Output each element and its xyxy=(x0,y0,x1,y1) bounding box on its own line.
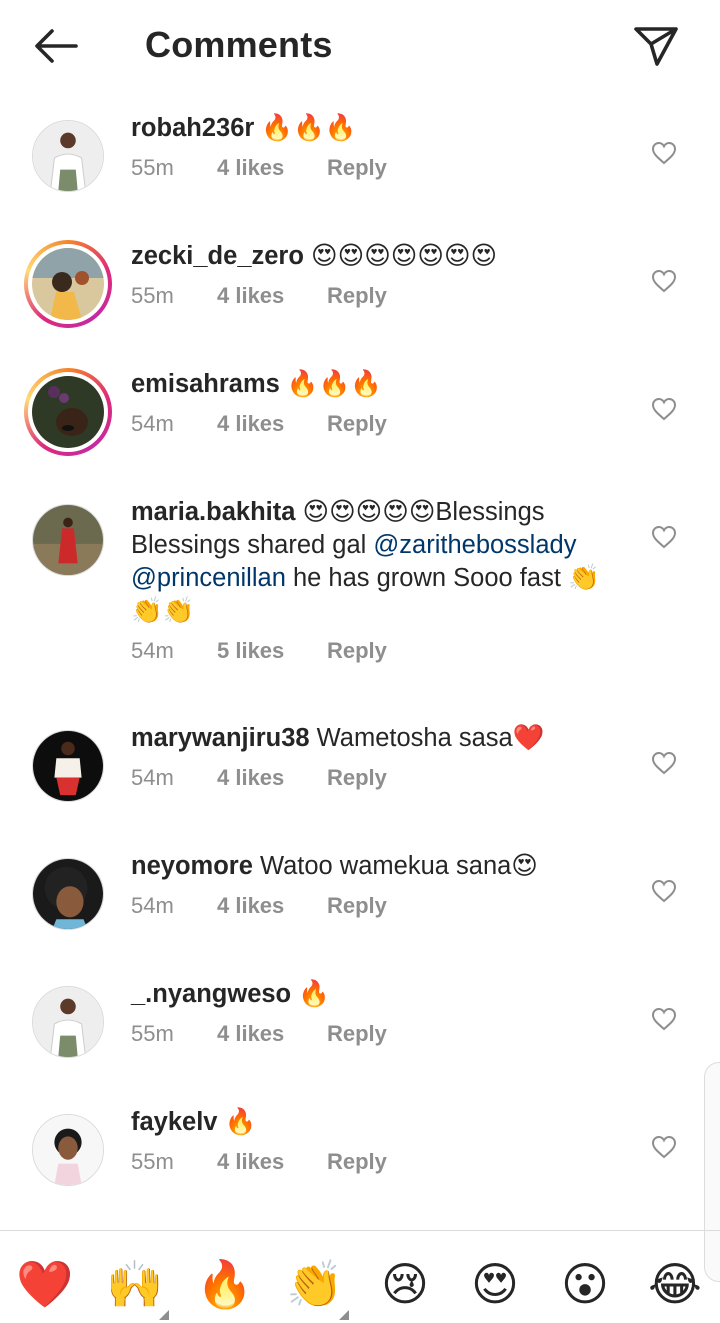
comment-text: Watoo wamekua sana😍 xyxy=(252,852,538,880)
avatar-photo xyxy=(33,987,103,1057)
avatar[interactable] xyxy=(32,858,104,930)
avatar-photo xyxy=(32,376,104,448)
comment-time: 55m xyxy=(131,1021,174,1046)
heart-outline-icon xyxy=(651,141,677,165)
emoji-reaction-bar: ❤️ 🙌 🔥 👏 😢 😍 😮 😂 xyxy=(0,1250,720,1320)
comment-time: 55m xyxy=(131,155,174,180)
avatar-photo xyxy=(33,121,103,191)
avatar[interactable] xyxy=(32,504,104,576)
heart-outline-icon xyxy=(651,879,677,903)
avatar[interactable] xyxy=(32,120,104,192)
avatar[interactable] xyxy=(32,1114,104,1186)
arrow-left-icon xyxy=(35,29,78,63)
reaction-raising-hands-emoji[interactable]: 🙌 xyxy=(105,1254,169,1320)
reply-button[interactable]: Reply xyxy=(327,893,387,919)
heart-outline-icon xyxy=(651,525,677,549)
avatar-photo xyxy=(33,505,103,575)
avatar-story-ring[interactable] xyxy=(24,368,112,456)
comment-likes[interactable]: 4 likes xyxy=(217,155,327,181)
reaction-heart-emoji[interactable]: ❤️ xyxy=(15,1254,75,1314)
comment-time: 54m xyxy=(131,765,174,790)
comment-username[interactable]: neyomore xyxy=(131,852,253,880)
comment-time: 55m xyxy=(131,1149,174,1174)
comment-text: 🔥 xyxy=(217,1108,257,1136)
comment-time: 54m xyxy=(131,638,174,663)
paper-plane-icon xyxy=(634,27,678,66)
avatar-photo xyxy=(33,731,103,801)
comment-likes[interactable]: 4 likes xyxy=(217,765,327,791)
like-button[interactable] xyxy=(648,522,680,552)
like-button[interactable] xyxy=(648,138,680,168)
avatar-story-ring[interactable] xyxy=(24,240,112,328)
divider xyxy=(0,1230,720,1231)
reply-button[interactable]: Reply xyxy=(327,155,387,181)
reaction-clapping-emoji[interactable]: 👏 xyxy=(285,1254,349,1320)
comment-time: 55m xyxy=(131,283,174,308)
reaction-heart-eyes-emoji[interactable]: 😍 xyxy=(465,1254,525,1314)
comment-likes[interactable]: 4 likes xyxy=(217,1021,327,1047)
reply-button[interactable]: Reply xyxy=(327,1021,387,1047)
comment-username[interactable]: faykelv xyxy=(131,1108,218,1136)
page-title: Comments xyxy=(145,24,333,65)
comment-text: 🔥🔥🔥 xyxy=(279,370,383,398)
comment-likes[interactable]: 4 likes xyxy=(217,283,327,309)
reply-button[interactable]: Reply xyxy=(327,1149,387,1175)
comment-username[interactable]: maria.bakhita xyxy=(131,498,295,526)
comment-likes[interactable]: 4 likes xyxy=(217,1149,327,1175)
comment-likes[interactable]: 5 likes xyxy=(217,638,327,664)
comment-username[interactable]: _.nyangweso xyxy=(131,980,291,1008)
comment-username[interactable]: marywanjiru38 xyxy=(131,724,310,752)
mention-link[interactable]: @princenillan xyxy=(131,564,286,592)
comment-likes[interactable]: 4 likes xyxy=(217,893,327,919)
like-button[interactable] xyxy=(648,1132,680,1162)
comment-time: 54m xyxy=(131,411,174,436)
heart-outline-icon xyxy=(651,751,677,775)
skin-tone-indicator xyxy=(159,1310,169,1320)
comment-text: 🔥 xyxy=(291,980,330,1008)
comment-likes[interactable]: 4 likes xyxy=(217,411,327,437)
reply-button[interactable]: Reply xyxy=(327,283,387,309)
comment-username[interactable]: robah236r xyxy=(131,114,254,142)
heart-outline-icon xyxy=(651,1135,677,1159)
comment-text: Wametosha sasa❤️ xyxy=(309,724,545,752)
avatar[interactable] xyxy=(32,986,104,1058)
mention-link[interactable]: @zarithebosslady xyxy=(373,531,576,559)
avatar-photo xyxy=(33,1115,103,1185)
reply-button[interactable]: Reply xyxy=(327,765,387,791)
reaction-laughing-emoji[interactable]: 😂 xyxy=(645,1254,705,1314)
like-button[interactable] xyxy=(648,394,680,424)
comment-time: 54m xyxy=(131,893,174,918)
share-button[interactable] xyxy=(628,20,684,72)
avatar[interactable] xyxy=(32,730,104,802)
comment-username[interactable]: zecki_de_zero xyxy=(131,242,304,270)
like-button[interactable] xyxy=(648,266,680,296)
reply-button[interactable]: Reply xyxy=(327,411,387,437)
skin-tone-indicator xyxy=(339,1310,349,1320)
reply-button[interactable]: Reply xyxy=(327,638,387,664)
back-button[interactable] xyxy=(28,22,84,70)
comment-username[interactable]: emisahrams xyxy=(131,370,280,398)
comment-text: 😍😍😍😍😍😍😍 xyxy=(303,242,498,270)
heart-outline-icon xyxy=(651,269,677,293)
avatar-photo xyxy=(33,859,103,929)
header-bar: Comments xyxy=(0,0,720,92)
like-button[interactable] xyxy=(648,748,680,778)
avatar-photo xyxy=(32,248,104,320)
heart-outline-icon xyxy=(651,397,677,421)
reaction-surprised-emoji[interactable]: 😮 xyxy=(555,1254,615,1314)
reaction-fire-emoji[interactable]: 🔥 xyxy=(195,1254,255,1314)
reaction-crying-emoji[interactable]: 😢 xyxy=(375,1254,435,1314)
comment-text: 🔥🔥🔥 xyxy=(254,114,357,142)
like-button[interactable] xyxy=(648,876,680,906)
heart-outline-icon xyxy=(651,1007,677,1031)
like-button[interactable] xyxy=(648,1004,680,1034)
scroll-handle[interactable] xyxy=(704,1062,720,1282)
